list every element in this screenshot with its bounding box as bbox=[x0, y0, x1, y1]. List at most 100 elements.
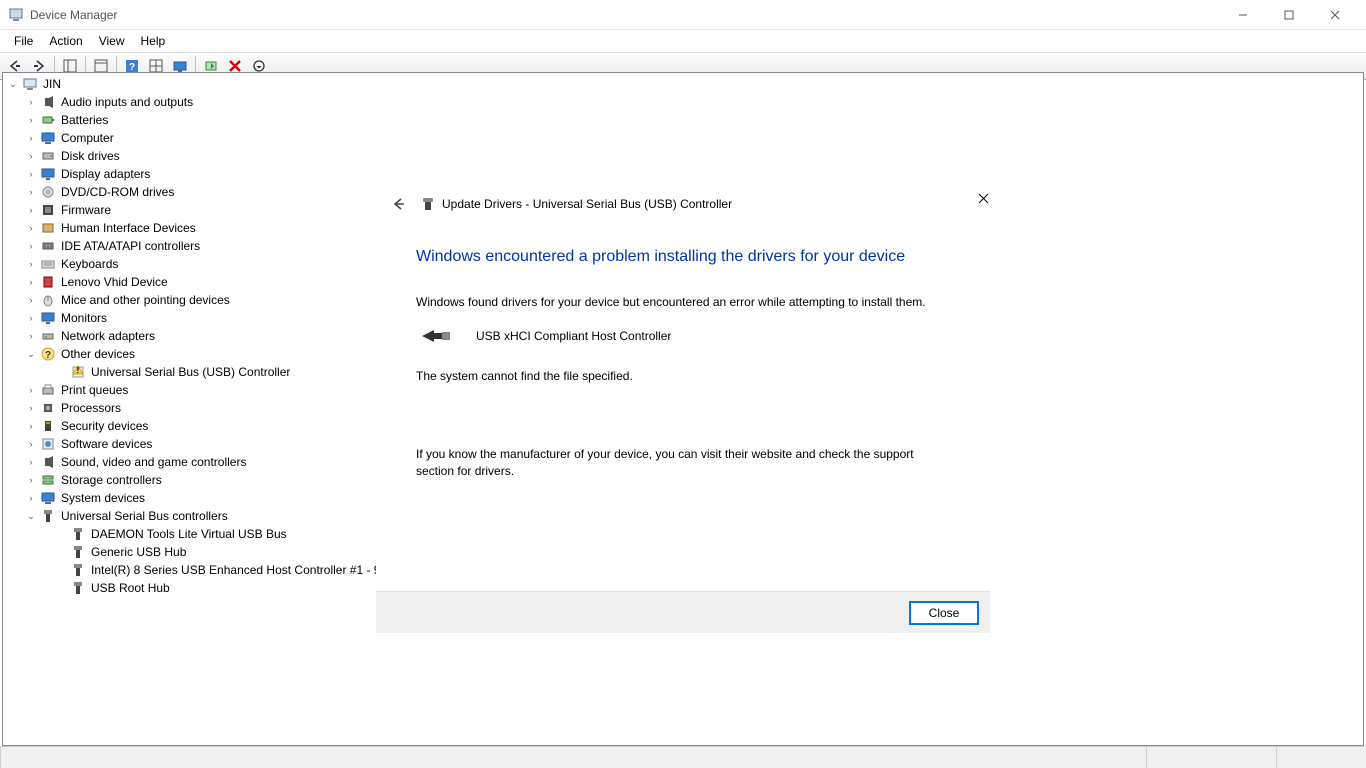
tree-item-label: Software devices bbox=[59, 435, 154, 453]
back-icon[interactable] bbox=[390, 196, 406, 212]
firmware-icon bbox=[40, 202, 56, 218]
app-title: Device Manager bbox=[30, 8, 1220, 22]
expand-icon[interactable]: › bbox=[25, 201, 37, 219]
found-device-row: USB xHCI Compliant Host Controller bbox=[420, 326, 950, 346]
menu-view[interactable]: View bbox=[91, 32, 133, 50]
update-drivers-dialog: Update Drivers - Universal Serial Bus (U… bbox=[376, 182, 990, 633]
app-icon bbox=[8, 7, 24, 23]
storage-icon bbox=[40, 472, 56, 488]
dvd-icon bbox=[40, 184, 56, 200]
audio-icon bbox=[40, 454, 56, 470]
usb-icon bbox=[70, 562, 86, 578]
tree-item-label: JIN bbox=[41, 75, 63, 93]
expand-icon[interactable]: › bbox=[25, 309, 37, 327]
dialog-header: Update Drivers - Universal Serial Bus (U… bbox=[376, 182, 990, 212]
computer-icon bbox=[22, 76, 38, 92]
tree-item-label: Generic USB Hub bbox=[89, 543, 188, 561]
keyboard-icon bbox=[40, 256, 56, 272]
expand-icon[interactable]: › bbox=[25, 399, 37, 417]
expand-icon[interactable]: › bbox=[25, 291, 37, 309]
battery-icon bbox=[40, 112, 56, 128]
tree-item-label: USB Root Hub bbox=[89, 579, 172, 597]
usb-icon bbox=[70, 580, 86, 596]
tree-item[interactable]: › Batteries bbox=[7, 111, 1359, 129]
monitor-icon bbox=[40, 310, 56, 326]
svg-text:!: ! bbox=[77, 366, 80, 375]
close-button[interactable] bbox=[1312, 0, 1358, 30]
menu-action[interactable]: Action bbox=[41, 32, 90, 50]
expand-icon[interactable]: › bbox=[25, 165, 37, 183]
expand-icon[interactable]: › bbox=[25, 255, 37, 273]
expand-icon[interactable]: ⌄ bbox=[25, 345, 37, 363]
tree-item-label: Print queues bbox=[59, 381, 130, 399]
expand-icon[interactable]: › bbox=[25, 489, 37, 507]
tree-item[interactable]: › Disk drives bbox=[7, 147, 1359, 165]
tree-item[interactable]: ›Computer bbox=[7, 129, 1359, 147]
tree-item-label: Network adapters bbox=[59, 327, 157, 345]
tree-item-label: Security devices bbox=[59, 417, 150, 435]
disk-icon bbox=[40, 148, 56, 164]
security-icon bbox=[40, 418, 56, 434]
dialog-close-ok-button[interactable]: Close bbox=[910, 602, 978, 624]
software-icon bbox=[40, 436, 56, 452]
dialog-heading: Windows encountered a problem installing… bbox=[416, 248, 950, 266]
statusbar-cell bbox=[1276, 747, 1366, 768]
tree-item-label: Storage controllers bbox=[59, 471, 164, 489]
hid-icon bbox=[40, 220, 56, 236]
expand-icon[interactable]: › bbox=[25, 237, 37, 255]
unknown-device-icon: ? bbox=[40, 346, 56, 362]
printer-icon bbox=[40, 382, 56, 398]
minimize-button[interactable] bbox=[1220, 0, 1266, 30]
expand-icon[interactable]: › bbox=[25, 93, 37, 111]
tree-root[interactable]: ⌄ JIN bbox=[7, 75, 1359, 93]
tree-item-label: Mice and other pointing devices bbox=[59, 291, 232, 309]
tree-item-label: Batteries bbox=[59, 111, 110, 129]
usb-icon bbox=[40, 508, 56, 524]
mouse-icon bbox=[40, 292, 56, 308]
tree-item[interactable]: ›Display adapters bbox=[7, 165, 1359, 183]
dialog-message: Windows found drivers for your device bu… bbox=[416, 294, 950, 310]
expand-icon[interactable]: › bbox=[25, 183, 37, 201]
tree-item-label: DVD/CD-ROM drives bbox=[59, 183, 176, 201]
dialog-hint: If you know the manufacturer of your dev… bbox=[416, 446, 950, 478]
cpu-icon bbox=[40, 400, 56, 416]
expand-icon[interactable]: › bbox=[25, 327, 37, 345]
tree-item-label: DAEMON Tools Lite Virtual USB Bus bbox=[89, 525, 289, 543]
tree-item-label: Intel(R) 8 Series USB Enhanced Host Cont… bbox=[89, 561, 404, 579]
expand-icon[interactable]: › bbox=[25, 381, 37, 399]
usb-icon bbox=[70, 526, 86, 542]
network-icon bbox=[40, 328, 56, 344]
menu-help[interactable]: Help bbox=[133, 32, 174, 50]
expand-icon[interactable]: › bbox=[25, 435, 37, 453]
tree-item-label: Other devices bbox=[59, 345, 137, 363]
expand-icon[interactable]: ⌄ bbox=[7, 75, 19, 93]
warning-device-icon: ! bbox=[70, 364, 86, 380]
tree-item[interactable]: ›Audio inputs and outputs bbox=[7, 93, 1359, 111]
tree-item-label: Universal Serial Bus controllers bbox=[59, 507, 230, 525]
statusbar-cell bbox=[0, 747, 1146, 768]
ide-icon bbox=[40, 238, 56, 254]
expand-icon[interactable]: ⌄ bbox=[25, 507, 37, 525]
svg-text:?: ? bbox=[45, 350, 51, 361]
dialog-body: Windows encountered a problem installing… bbox=[376, 212, 990, 479]
dialog-title: Update Drivers - Universal Serial Bus (U… bbox=[442, 197, 732, 211]
dialog-close-button[interactable] bbox=[969, 188, 997, 208]
expand-icon[interactable]: › bbox=[25, 219, 37, 237]
tree-item-label: Disk drives bbox=[59, 147, 122, 165]
usb-icon bbox=[70, 544, 86, 560]
menubar: File Action View Help bbox=[0, 30, 1366, 52]
menu-file[interactable]: File bbox=[6, 32, 41, 50]
expand-icon[interactable]: › bbox=[25, 453, 37, 471]
expand-icon[interactable]: › bbox=[25, 147, 37, 165]
tree-item-label: Human Interface Devices bbox=[59, 219, 198, 237]
expand-icon[interactable]: › bbox=[25, 129, 37, 147]
expand-icon[interactable]: › bbox=[25, 273, 37, 291]
display-icon bbox=[40, 166, 56, 182]
expand-icon[interactable]: › bbox=[25, 111, 37, 129]
usb-plug-icon bbox=[420, 326, 452, 346]
expand-icon[interactable]: › bbox=[25, 417, 37, 435]
expand-icon[interactable]: › bbox=[25, 471, 37, 489]
tree-item-label: IDE ATA/ATAPI controllers bbox=[59, 237, 202, 255]
titlebar: Device Manager bbox=[0, 0, 1366, 30]
maximize-button[interactable] bbox=[1266, 0, 1312, 30]
